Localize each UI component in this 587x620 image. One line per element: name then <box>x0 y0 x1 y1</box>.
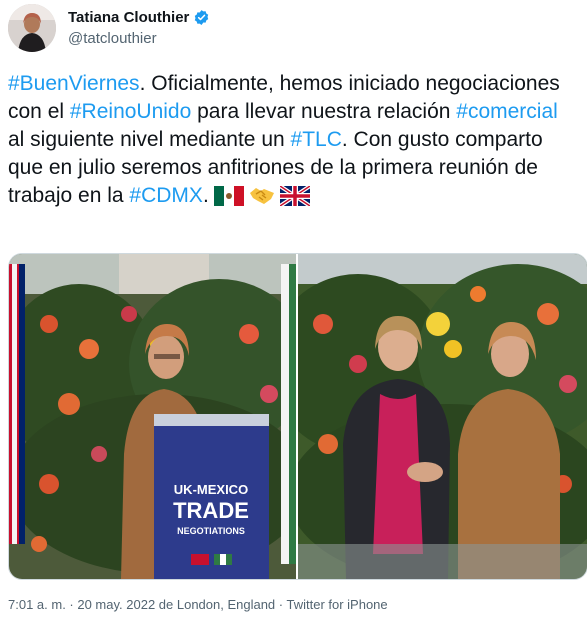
podium-line2: TRADE <box>173 498 249 523</box>
author-name[interactable]: Tatiana Clouthier <box>68 9 210 26</box>
handshake-icon <box>249 184 275 214</box>
hashtag-buenviernes[interactable]: #BuenViernes <box>8 72 140 95</box>
tweet-text: #BuenViernes. Oficialmente, hemos inicia… <box>8 70 578 214</box>
photo-handshake[interactable] <box>298 254 587 579</box>
author-name-text[interactable]: Tatiana Clouthier <box>68 9 189 26</box>
mexico-flag-icon <box>213 186 244 214</box>
hashtag-tlc[interactable]: #TLC <box>291 128 342 151</box>
podium-line3: NEGOTIATIONS <box>177 526 245 536</box>
author-handle[interactable]: @tatclouthier <box>68 30 157 47</box>
verified-badge-icon <box>195 10 209 25</box>
tweet-media: UK-MEXICO TRADE NEGOTIATIONS <box>8 253 587 580</box>
hashtag-comercial[interactable]: #comercial <box>456 100 558 123</box>
avatar[interactable] <box>8 4 56 52</box>
uk-flag-icon <box>278 184 311 214</box>
podium-line1: UK-MEXICO <box>174 482 248 497</box>
hashtag-reinounido[interactable]: #ReinoUnido <box>70 100 191 123</box>
photo-podium[interactable]: UK-MEXICO TRADE NEGOTIATIONS <box>9 254 296 579</box>
tweet-text-segment: para llevar nuestra relación <box>191 100 457 123</box>
tweet-meta[interactable]: 7:01 a. m. · 20 may. 2022 de London, Eng… <box>8 597 388 612</box>
tweet-text-segment: . <box>202 184 209 207</box>
hashtag-cdmx[interactable]: #CDMX <box>129 184 203 207</box>
tweet-text-segment: al siguiente nivel mediante un <box>8 128 291 151</box>
